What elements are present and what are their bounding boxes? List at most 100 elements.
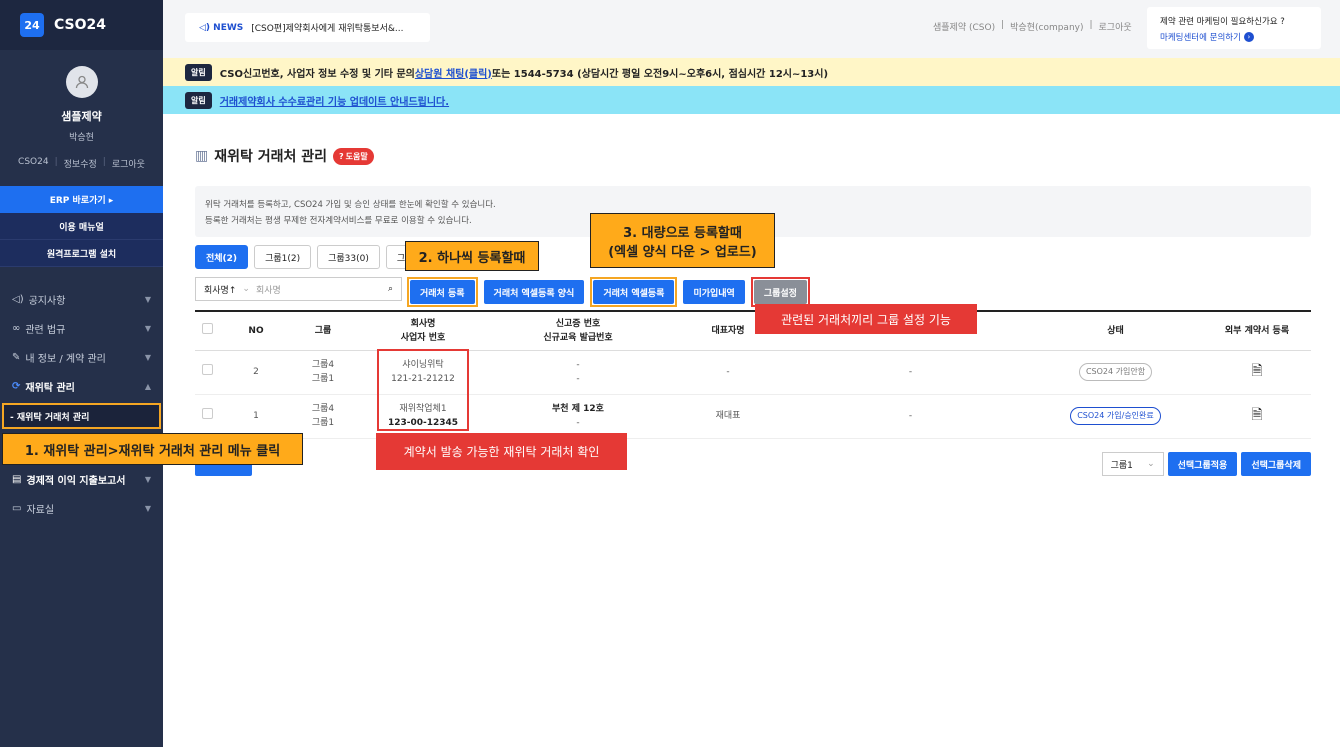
cell-group: 그룹4 그룹1 — [293, 350, 353, 395]
logo-name: CSO24 — [54, 17, 107, 33]
chevron-up-icon: ▲ — [144, 382, 151, 391]
group-setting-highlight: 그룹설정 — [750, 277, 810, 307]
remote-program-button[interactable]: 원격프로그램 설치 — [0, 240, 163, 267]
excel-register-button[interactable]: 거래처 엑셀등록 — [593, 280, 675, 304]
help-button[interactable]: ? 도움말 — [333, 147, 374, 165]
sidebar-item-report[interactable]: ▤ 경제적 이익 지출보고서 ▼ — [0, 465, 163, 494]
chevron-down-icon: ▼ — [144, 324, 151, 333]
arrow-right-icon: › — [1243, 32, 1254, 42]
search-icon[interactable]: ⌕ — [388, 284, 393, 294]
cell-status: CSO24 가입/승인완료 — [1028, 394, 1203, 439]
sidebar-item-label: 내 정보 / 계약 관리 — [25, 354, 106, 365]
excel-register-highlight: 거래처 엑셀등록 — [590, 277, 678, 307]
group-setting-button[interactable]: 그룹설정 — [753, 280, 807, 304]
cell-cert: 부천 제 12호 - — [493, 394, 663, 439]
search-input[interactable]: 회사명 — [256, 283, 382, 296]
register-highlight: 거래처 등록 — [407, 277, 478, 307]
tab-all[interactable]: 전체(2) — [195, 245, 249, 269]
speaker-icon: ◁) — [12, 294, 24, 305]
delete-group-button[interactable]: 선택그룹삭제 — [1241, 452, 1311, 476]
sidebar-menu: ◁) 공지사항 ▼ ∞ 관련 법규 ▼ ✎ 내 정보 / 계약 관리 ▼ ⟳ 재위탁 관리 ▲ … — [0, 285, 163, 523]
table-header: NO 그룹 회사명 사업자 번호 신고증 번호 신규교육 발급번호 대표자명 상태 … — [195, 310, 1311, 351]
group-tabs: 전체(2) 그룹1(2) 그룹33(0) 그 — [195, 245, 417, 269]
news-ticker[interactable]: ◁) NEWS [CSO편]제약회사에게 재위탁통보서&... — [185, 13, 430, 42]
top-link-logout[interactable]: 로그아웃 — [1099, 20, 1132, 33]
register-client-button[interactable]: 거래처 등록 — [410, 280, 475, 304]
sidebar-item-archive[interactable]: ▭ 자료실 ▼ — [0, 494, 163, 523]
sidebar-item-label: 재위탁 관리 — [25, 383, 75, 394]
notice-text: 또는 1544-5734 (상담시간 평일 오전9시~오후6시, 점심시간 12… — [491, 68, 829, 80]
chevron-down-icon: ▼ — [144, 504, 151, 513]
sidebar-item-notice[interactable]: ◁) 공지사항 ▼ — [0, 285, 163, 314]
cell-group: 그룹4 그룹1 — [293, 394, 353, 439]
top-link-company[interactable]: 샘플제약 (CSO) — [933, 20, 995, 33]
ad-link[interactable]: 마케팅센터에 문의하기 › — [1160, 31, 1308, 43]
document-icon: ▤ — [12, 474, 22, 485]
manual-button[interactable]: 이용 매뉴얼 — [0, 213, 163, 240]
cell-extra: - — [793, 394, 1028, 439]
document-icon[interactable]: 🗎 — [1251, 363, 1262, 379]
row-checkbox[interactable] — [201, 364, 213, 375]
notice-tag: 알림 — [185, 91, 212, 109]
action-buttons: 거래처 등록 거래처 엑셀등록 양식 거래처 엑셀등록 미가입내역 그룹설정 — [407, 277, 810, 307]
update-notice-link[interactable]: 거래제약회사 수수료관리 기능 업데이트 안내드립니다. — [220, 93, 449, 108]
chevron-down-icon: ▼ — [144, 295, 151, 304]
chat-link[interactable]: 상담원 채팅(클릭) — [415, 65, 492, 80]
top-bar: ◁) NEWS [CSO편]제약회사에게 재위탁통보서&... 샘플제약 (CS… — [163, 0, 1340, 58]
sidebar: 24 CSO24 샘플제약 박승현 CSO24 | 정보수정 | 로그아웃 ERP … — [0, 0, 163, 747]
cell-rep: 재대표 — [663, 394, 793, 439]
document-icon[interactable]: 🗎 — [1251, 407, 1262, 423]
erp-button[interactable]: ERP 바로가기 ▸ — [0, 186, 163, 213]
profile-link-logout[interactable]: 로그아웃 — [112, 157, 145, 170]
cell-no: 1 — [219, 394, 293, 439]
top-link-user[interactable]: 박승현(company) — [1010, 20, 1083, 33]
logo[interactable]: 24 CSO24 — [0, 0, 163, 50]
chevron-down-icon: ▼ — [144, 475, 151, 484]
annotation-step1: 1. 재위탁 관리>재위탁 거래처 관리 메뉴 클릭 — [2, 433, 303, 465]
building-icon: ▥ — [195, 148, 209, 164]
col-cert: 신고증 번호 신규교육 발급번호 — [493, 310, 663, 351]
question-icon: ? — [339, 151, 344, 161]
sidebar-subitem-reconsign-clients[interactable]: - 재위탁 거래처 관리 — [2, 403, 161, 429]
profile-link-edit[interactable]: 정보수정 — [64, 157, 97, 170]
marketing-ad[interactable]: 제약 관련 마케팅이 필요하신가요 ? 마케팅센터에 문의하기 › — [1147, 7, 1321, 49]
sidebar-item-label: 경제적 이익 지출보고서 — [26, 476, 126, 487]
page-title: 재위탁 거래처 관리 — [214, 149, 328, 165]
sidebar-item-label: 관련 법규 — [25, 325, 66, 336]
excel-form-button[interactable]: 거래처 엑셀등록 양식 — [483, 280, 585, 304]
sidebar-item-law[interactable]: ∞ 관련 법규 ▼ — [0, 314, 163, 343]
row-checkbox[interactable] — [201, 408, 213, 419]
news-text: [CSO편]제약회사에게 재위탁통보서&... — [251, 24, 404, 34]
col-contract: 외부 계약서 등록 — [1203, 310, 1311, 351]
select-all-checkbox[interactable] — [201, 322, 213, 334]
notice-banner-2: 알림 거래제약회사 수수료관리 기능 업데이트 안내드립니다. — [163, 86, 1340, 114]
cell-no: 2 — [219, 350, 293, 395]
sidebar-item-myinfo[interactable]: ✎ 내 정보 / 계약 관리 ▼ — [0, 343, 163, 372]
apply-group-button[interactable]: 선택그룹적용 — [1167, 452, 1238, 476]
unjoined-history-button[interactable]: 미가입내역 — [683, 280, 745, 304]
profile-links: CSO24 | 정보수정 | 로그아웃 — [18, 157, 145, 170]
tab-group33[interactable]: 그룹33(0) — [317, 245, 380, 269]
cell-extra: - — [793, 350, 1028, 395]
chevron-down-icon: ▼ — [144, 353, 151, 362]
page-title-row: ▥ 재위탁 거래처 관리 ? 도움말 — [195, 146, 374, 166]
annotation-step2: 2. 하나씩 등록할때 — [405, 241, 539, 271]
status-badge: CSO24 가입안함 — [1078, 363, 1153, 381]
notice-text: CSO신고번호, 사업자 정보 수정 및 기타 문의 — [219, 68, 415, 80]
link-icon: ∞ — [12, 323, 21, 334]
refresh-icon: ⟳ — [12, 381, 21, 392]
profile-link-cso24[interactable]: CSO24 — [18, 157, 49, 170]
tab-group1[interactable]: 그룹1(2) — [254, 245, 312, 269]
annotation-step3: 3. 대량으로 등록할때 (엑셀 양식 다운 > 업로드) — [590, 213, 775, 268]
notice-banner-1: 알림 CSO신고번호, 사업자 정보 수정 및 기타 문의 상담원 채팅(클릭)… — [163, 58, 1340, 86]
table-row[interactable]: 2 그룹4 그룹1 샤이닝위탁 121-21-21212 -- - - CSO24 … — [195, 350, 1311, 395]
user-icon — [65, 66, 98, 98]
profile: 샘플제약 박승현 CSO24 | 정보수정 | 로그아웃 — [0, 50, 163, 186]
group-select[interactable]: 그룹1 ⌄ — [1101, 452, 1164, 476]
sidebar-item-reconsign[interactable]: ⟳ 재위탁 관리 ▲ — [0, 372, 163, 401]
search-field-select[interactable]: 회사명↑ — [204, 283, 236, 296]
profile-company: 샘플제약 — [61, 110, 102, 123]
table-row[interactable]: 1 그룹4 그룹1 재위착업체1 123-00-12345 부천 제 12호 - 재대… — [195, 394, 1311, 439]
sidebar-item-label: 자료실 — [26, 505, 55, 516]
news-tag: ◁) NEWS — [199, 22, 244, 33]
